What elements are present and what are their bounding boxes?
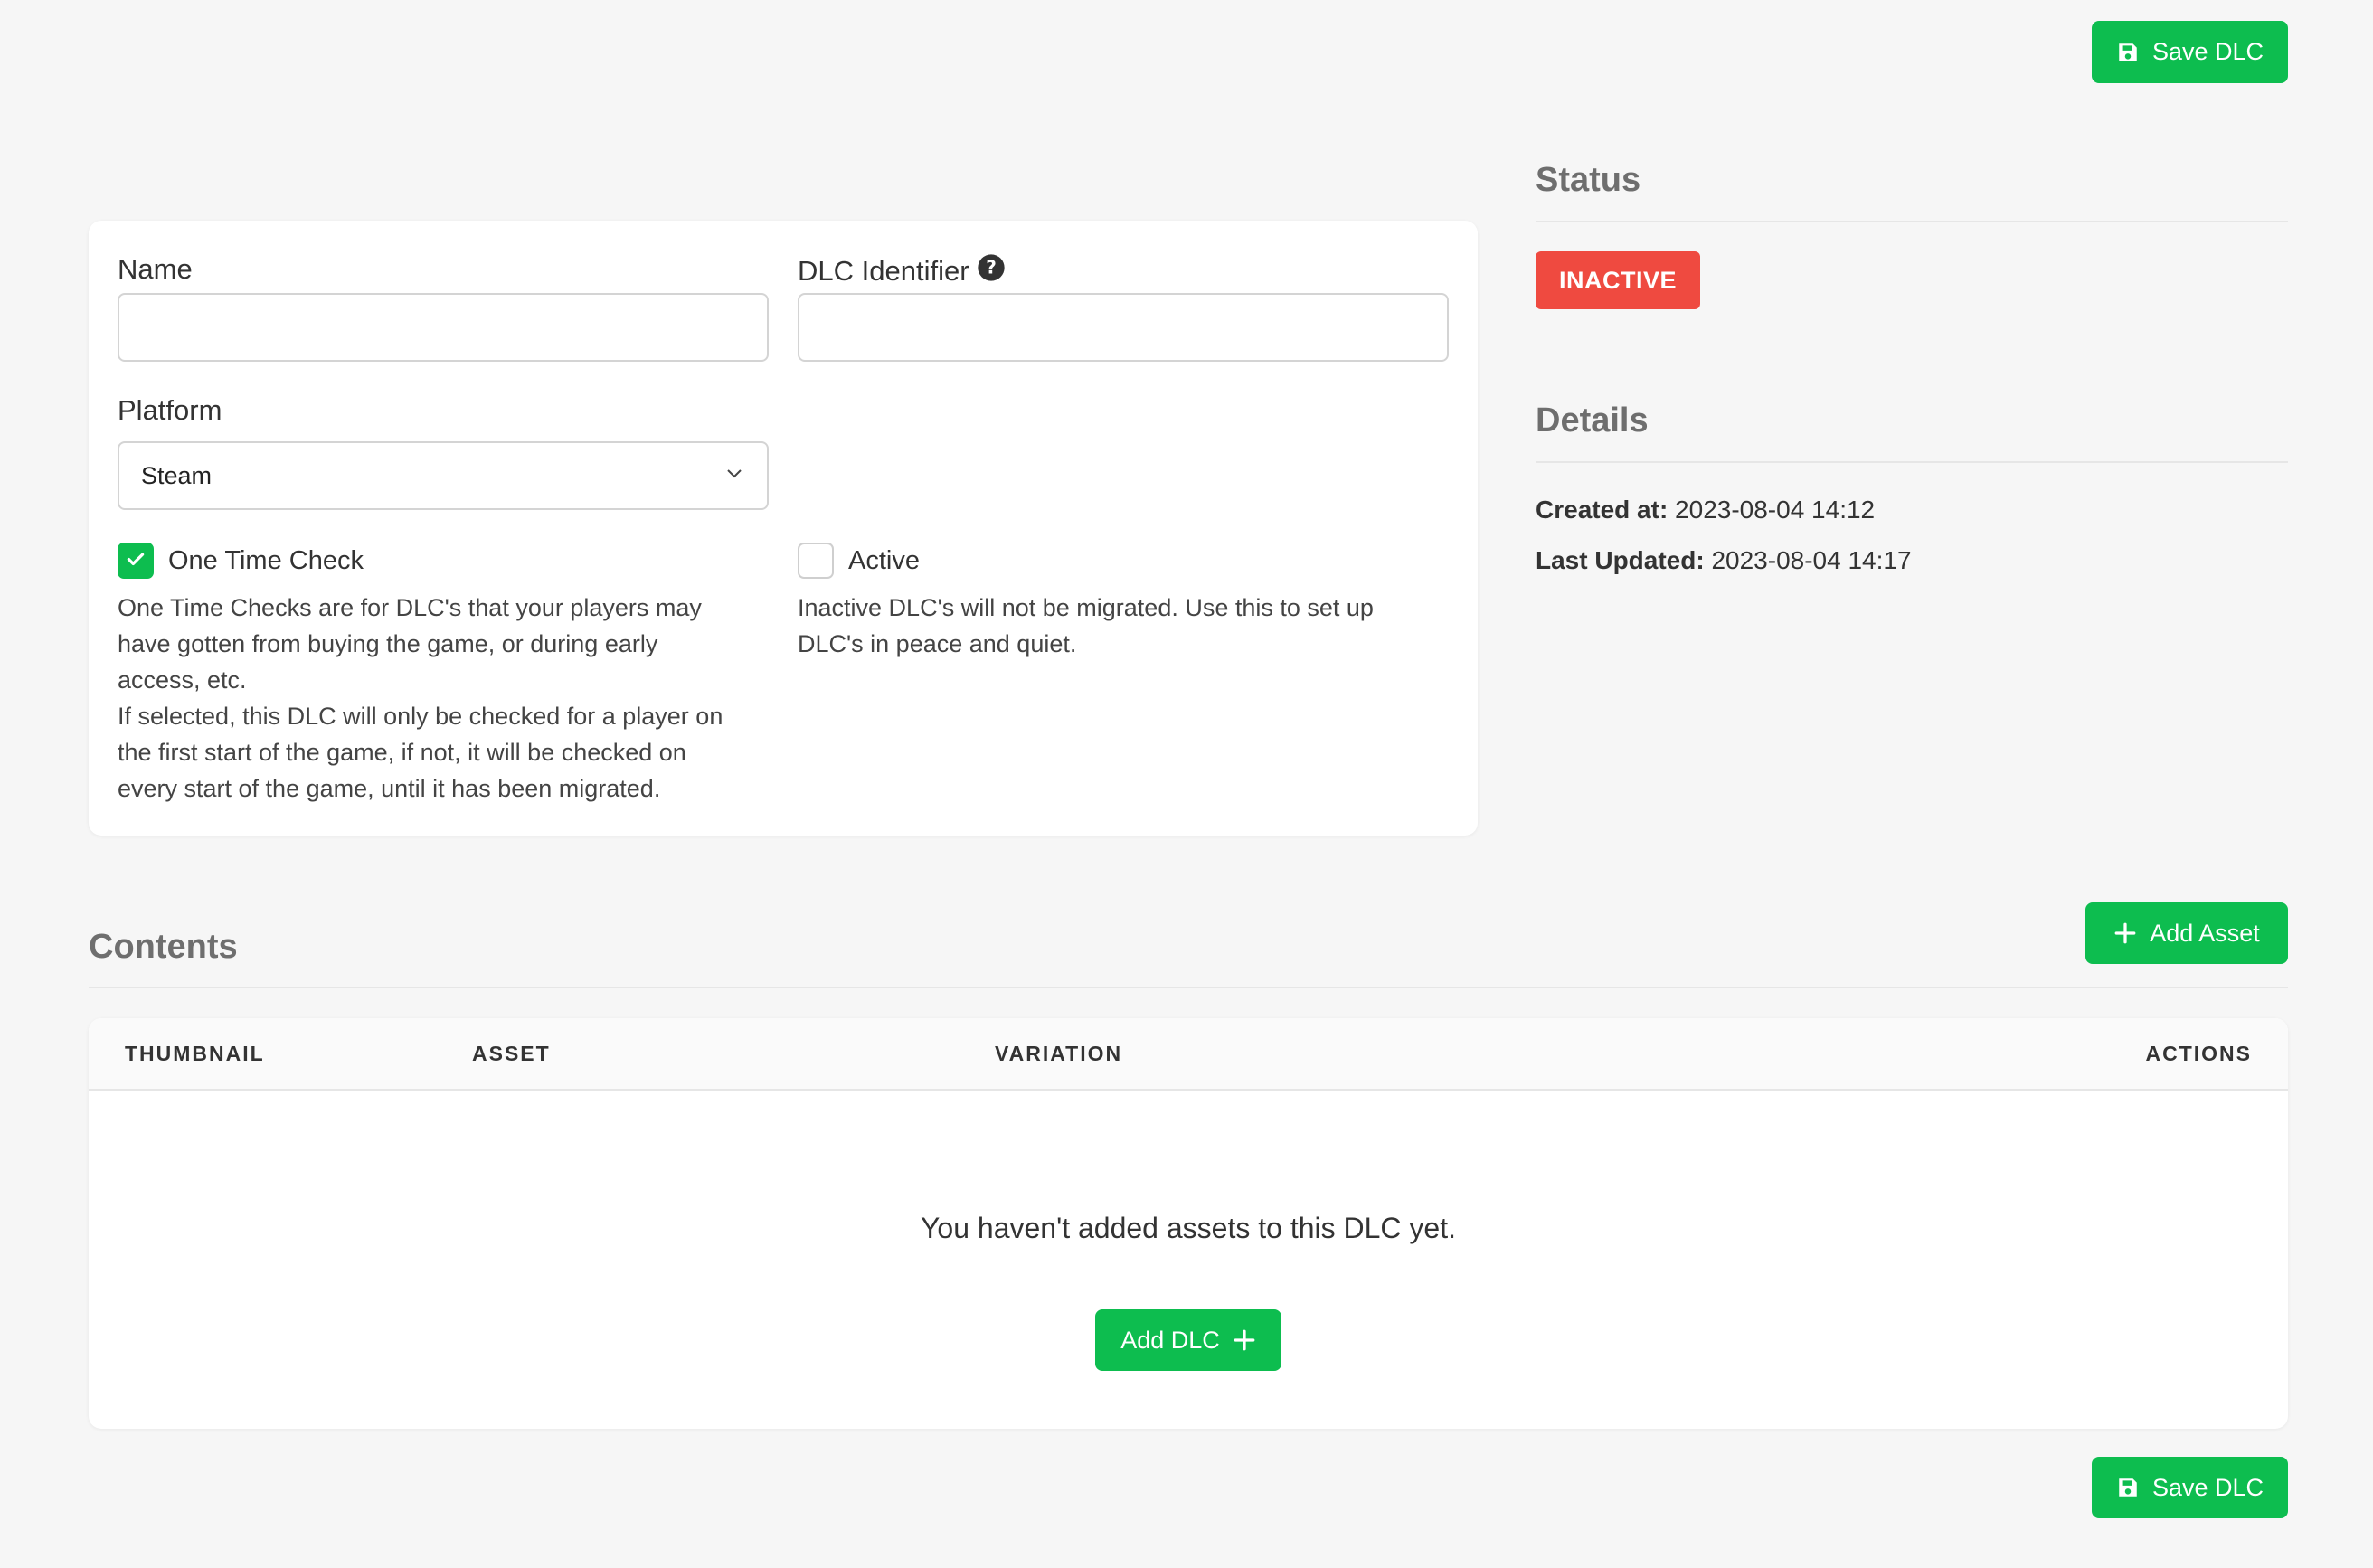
status-divider [1536, 221, 2288, 222]
details-title: Details [1536, 401, 1649, 439]
contents-title: Contents [89, 928, 238, 966]
dlc-form-card: Name DLC Identifier ? Platform Steam One… [89, 221, 1478, 836]
save-button-label: Save DLC [2151, 38, 2264, 65]
name-label: Name [118, 253, 193, 285]
save-button-label: Save DLC [2151, 1473, 2264, 1501]
contents-table: THUMBNAIL ASSET VARIATION ACTIONS You ha… [89, 1018, 2288, 1429]
column-header-actions: ACTIONS [2145, 1042, 2252, 1065]
add-dlc-label: Add DLC [1120, 1326, 1220, 1354]
column-header-thumbnail: THUMBNAIL [125, 1042, 265, 1065]
status-badge: INACTIVE [1536, 251, 1700, 309]
save-button-top[interactable]: Save DLC [2092, 21, 2288, 83]
plus-icon [1233, 1328, 1256, 1352]
active-checkbox[interactable] [798, 543, 834, 579]
column-header-asset: ASSET [472, 1042, 551, 1065]
plus-icon [2113, 921, 2137, 945]
contents-divider [89, 987, 2288, 988]
one-time-check-help: One Time Checks are for DLC's that your … [118, 594, 723, 802]
platform-selected-value: Steam [141, 461, 213, 489]
one-time-check-checkbox[interactable] [118, 543, 154, 579]
table-header: THUMBNAIL ASSET VARIATION ACTIONS [89, 1018, 2288, 1091]
one-time-check-label: One Time Check [168, 546, 364, 575]
add-dlc-button[interactable]: Add DLC [1095, 1309, 1281, 1371]
save-button-bottom[interactable]: Save DLC [2092, 1457, 2288, 1518]
column-header-variation: VARIATION [995, 1042, 1123, 1065]
details-divider [1536, 461, 2288, 463]
add-asset-label: Add Asset [2150, 919, 2260, 947]
save-icon [2116, 1476, 2140, 1499]
add-asset-button[interactable]: Add Asset [2085, 902, 2288, 964]
chevron-down-icon [723, 462, 745, 490]
platform-label: Platform [118, 394, 222, 426]
active-help: Inactive DLC's will not be migrated. Use… [798, 594, 1374, 657]
created-at-row: Created at: 2023-08-04 14:12 [1536, 496, 1876, 524]
dlc-identifier-label: DLC Identifier ? [798, 253, 1006, 289]
platform-select[interactable]: Steam [118, 441, 769, 510]
last-updated-row: Last Updated: 2023-08-04 14:17 [1536, 546, 1912, 574]
dlc-identifier-input[interactable] [798, 293, 1449, 362]
status-title: Status [1536, 161, 1641, 199]
empty-state-message: You haven't added assets to this DLC yet… [921, 1212, 1456, 1244]
save-icon [2116, 41, 2140, 64]
svg-text:?: ? [986, 257, 997, 279]
help-circle-icon[interactable]: ? [977, 253, 1006, 289]
active-label: Active [848, 546, 920, 575]
check-icon [124, 547, 147, 575]
name-input[interactable] [118, 293, 769, 362]
